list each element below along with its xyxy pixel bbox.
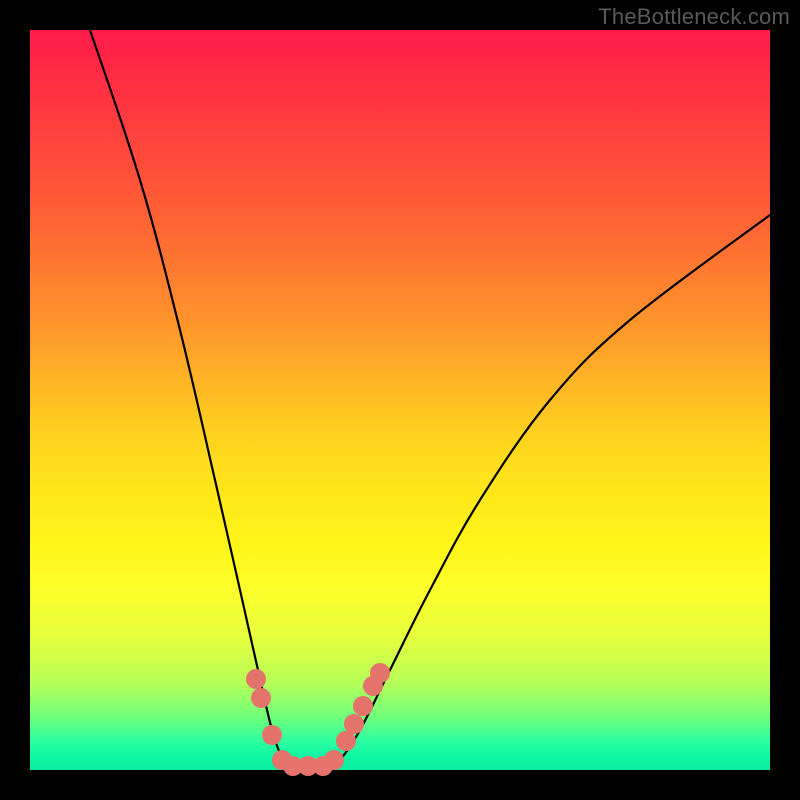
chart-frame: TheBottleneck.com	[0, 0, 800, 800]
trough-marker	[344, 714, 364, 734]
trough-marker	[251, 688, 271, 708]
curve-left-branch	[90, 30, 292, 770]
trough-marker	[336, 731, 356, 751]
trough-marker	[324, 750, 344, 770]
trough-marker	[370, 663, 390, 683]
trough-marker	[246, 669, 266, 689]
chart-svg	[30, 30, 770, 770]
trough-marker	[353, 696, 373, 716]
chart-plot-area	[30, 30, 770, 770]
watermark-text: TheBottleneck.com	[598, 4, 790, 30]
curve-right-branch	[328, 215, 770, 770]
trough-marker	[262, 725, 282, 745]
